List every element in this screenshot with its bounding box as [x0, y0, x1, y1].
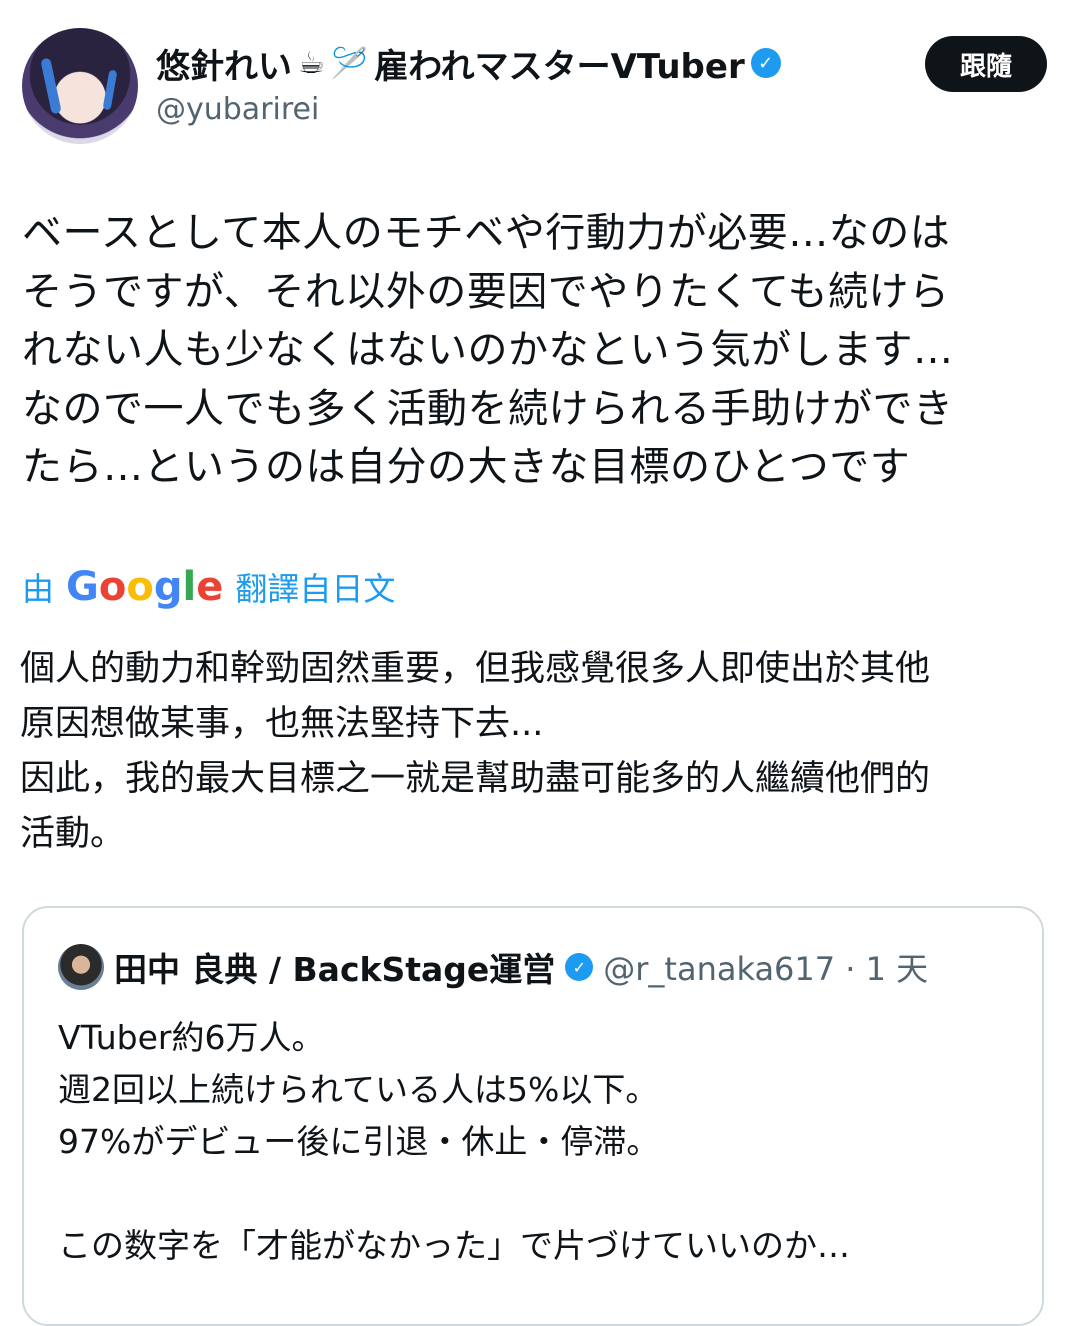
google-letter: e	[196, 564, 224, 610]
google-letter: o	[126, 564, 154, 610]
tweet-text: ベースとして本人のモチベや行動力が必要…なのは そうですが、それ以外の要因でやり…	[22, 210, 954, 490]
quoted-author-avatar[interactable]	[58, 944, 104, 990]
avatar-hair-streak	[102, 69, 118, 111]
google-letter: l	[182, 564, 197, 610]
tweet-header: 悠針れい ☕ 🪡 雇われマスターVTuber ✓ @yubarirei 跟隨	[22, 28, 1047, 148]
quoted-handle-time[interactable]: @r_tanaka617 · 1 天	[603, 944, 928, 990]
follow-button[interactable]: 跟隨	[925, 36, 1047, 92]
google-letter: o	[98, 564, 127, 610]
verified-badge-icon[interactable]: ✓	[750, 48, 781, 78]
quoted-author-name[interactable]: 田中 良典 / BackStage運営	[114, 943, 555, 991]
translation-suffix: 翻譯自日文	[235, 570, 396, 608]
translation-prefix: 由	[22, 570, 55, 608]
author-avatar[interactable]	[22, 28, 138, 144]
avatar-hair-streak	[40, 57, 62, 115]
verified-badge-icon: ✓	[565, 953, 594, 981]
author-name-row[interactable]: 悠針れい ☕ 🪡 雇われマスターVTuber ✓	[156, 38, 781, 88]
google-logo: Google	[66, 564, 223, 610]
quoted-tweet-header: 田中 良典 / BackStage運営 ✓ @r_tanaka617 · 1 天	[58, 942, 928, 992]
google-letter: G	[66, 564, 99, 610]
needle-icon: 🪡	[330, 45, 369, 81]
quoted-tweet-card[interactable]: 田中 良典 / BackStage運営 ✓ @r_tanaka617 · 1 天…	[22, 906, 1044, 1326]
translation-label[interactable]: 由 Google 翻譯自日文	[22, 562, 395, 612]
author-handle[interactable]: @yubarirei	[156, 92, 319, 127]
google-letter: g	[153, 564, 183, 610]
author-display-name[interactable]: 悠針れい	[156, 39, 292, 88]
author-display-suffix[interactable]: 雇われマスターVTuber	[374, 39, 744, 88]
translated-text: 個人的動力和幹勁固然重要，但我感覺很多人即使出於其他 原因想做某事，也無法堅持下…	[20, 649, 931, 854]
coffee-icon: ☕	[298, 45, 325, 81]
quoted-tweet-body: VTuber約6万人。 週2回以上続けられている人は5%以下。 97%がデビュー…	[58, 1018, 850, 1265]
